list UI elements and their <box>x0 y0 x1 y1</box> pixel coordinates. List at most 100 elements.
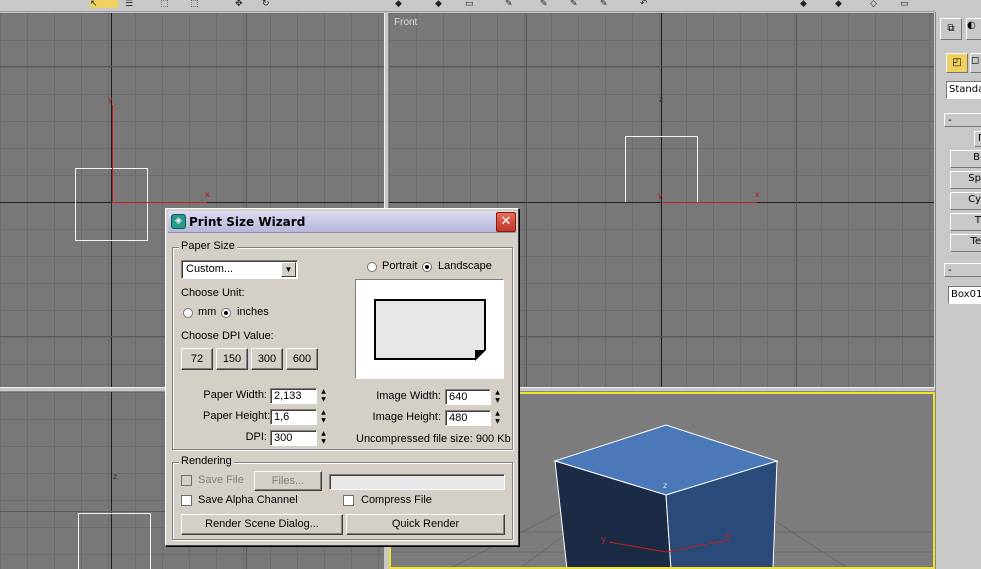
image-width-input[interactable]: 640 <box>445 389 491 405</box>
environment-icon[interactable]: ◇ <box>870 0 877 9</box>
landscape-radio[interactable] <box>422 262 432 272</box>
shapes-icon[interactable]: ◻ <box>970 53 981 73</box>
window-crossing-icon[interactable]: ⬚ <box>190 0 199 9</box>
close-button[interactable]: ✕ <box>496 212 516 232</box>
page-fold-icon <box>475 350 486 361</box>
dpi-spinner[interactable]: ▲ ▼ <box>319 430 328 446</box>
select-by-name-icon[interactable]: ☰ <box>125 0 133 9</box>
paper-width-spinner[interactable]: ▲ ▼ <box>319 388 328 404</box>
paper-width-label: Paper Width: <box>203 389 267 401</box>
move-tool-icon[interactable]: ✥ <box>235 0 243 9</box>
undo-icon[interactable]: ↶ <box>640 0 648 9</box>
create-button-cylinder[interactable]: Cy <box>950 192 981 210</box>
axis-z-label-left: z <box>113 472 118 481</box>
curve-editor-icon[interactable]: ✎ <box>505 0 513 9</box>
unit-mm-radio[interactable] <box>183 308 193 318</box>
render-setup-icon[interactable]: ✎ <box>600 0 608 9</box>
choose-unit-label: Choose Unit: <box>181 287 245 299</box>
svg-text:z: z <box>663 481 667 490</box>
paper-width-input[interactable]: 2,133 <box>270 388 317 404</box>
image-width-spinner[interactable]: ▲ ▼ <box>493 389 502 405</box>
save-alpha-checkbox[interactable] <box>181 495 192 506</box>
mirror-icon[interactable]: ◆ <box>395 0 402 9</box>
align-icon[interactable]: ◆ <box>435 0 442 9</box>
axis-z-label-front: z <box>659 95 664 104</box>
paper-height-spinner[interactable]: ▲ ▼ <box>319 409 328 425</box>
dpi-150-button[interactable]: 150 <box>216 348 248 370</box>
paper-height-label: Paper Height: <box>203 410 271 422</box>
box01-wireframe-left[interactable] <box>78 513 151 569</box>
save-file-checkbox[interactable] <box>181 475 192 486</box>
paper-size-group-title: Paper Size <box>179 240 237 252</box>
render-icon[interactable]: ▭ <box>900 0 909 9</box>
paper-height-input[interactable]: 1,6 <box>270 409 317 425</box>
dpi-600-button[interactable]: 600 <box>286 348 318 370</box>
create-button-box[interactable]: B <box>950 150 981 168</box>
command-panel: ⧉ ◐ ◰ ◻ Standa - Г B Sp Cy T Te - Box01 <box>935 12 981 569</box>
render-scene-dialog-button[interactable]: Render Scene Dialog... <box>181 514 343 535</box>
main-toolbar: ↖ ☰ ⬚ ⬚ ✥ ↻ ◆ ◆ ▭ ✎ ✎ ✎ ✎ ↶ ◆ ◆ ◇ ▭ <box>0 0 935 12</box>
image-width-label: Image Width: <box>376 390 441 402</box>
rotate-tool-icon[interactable]: ↻ <box>262 0 270 9</box>
axis-y-label-front: y <box>658 191 663 200</box>
rendering-group-title: Rendering <box>179 455 234 467</box>
dpi-300-button[interactable]: 300 <box>251 348 283 370</box>
material-editor-icon[interactable]: ✎ <box>570 0 578 9</box>
paper-preset-select[interactable]: Custom... ▼ <box>181 260 298 279</box>
select-tool-icon[interactable]: ↖ <box>90 0 118 9</box>
object-type-dropdown[interactable]: Standa <box>946 81 981 99</box>
compress-file-checkbox[interactable] <box>343 495 354 506</box>
axis-x-label: x <box>205 190 210 199</box>
create-button-0[interactable]: Г <box>974 131 981 147</box>
dpi-72-button[interactable]: 72 <box>181 348 213 370</box>
dialog-title: Print Size Wizard <box>189 215 306 229</box>
print-size-wizard-dialog: ◈ Print Size Wizard ✕ Paper Size Custom.… <box>165 208 519 546</box>
3dsmax-workspace: ↖ ☰ ⬚ ⬚ ✥ ↻ ◆ ◆ ▭ ✎ ✎ ✎ ✎ ↶ ◆ ◆ ◇ ▭ x y <box>0 0 981 569</box>
object-type-rollout-header[interactable]: - <box>944 113 981 127</box>
paper-preview-icon <box>374 299 486 360</box>
files-button[interactable]: Files... <box>254 471 322 491</box>
chevron-down-icon[interactable]: ▼ <box>281 262 296 277</box>
compress-file-label[interactable]: Compress File <box>361 494 432 506</box>
image-height-label: Image Height: <box>372 411 441 423</box>
region-select-icon[interactable]: ⬚ <box>160 0 169 9</box>
landscape-label[interactable]: Landscape <box>438 260 492 272</box>
image-height-spinner[interactable]: ▲ ▼ <box>493 410 502 426</box>
image-height-input[interactable]: 480 <box>445 410 491 426</box>
svg-text:x: x <box>725 531 731 541</box>
modify-tab-icon[interactable]: ◐ <box>966 18 981 40</box>
axis-x-label-front: x <box>755 190 760 199</box>
file-path-field[interactable] <box>329 474 505 490</box>
dialog-titlebar[interactable]: ◈ Print Size Wizard ✕ <box>168 211 516 233</box>
name-color-rollout-header[interactable]: - <box>944 263 981 277</box>
object-name-field[interactable]: Box01 <box>948 286 981 304</box>
create-button-sphere[interactable]: Sp <box>950 171 981 189</box>
dpi-label: DPI: <box>245 431 267 443</box>
quick-render-button[interactable]: Quick Render <box>346 514 505 535</box>
layer-icon[interactable]: ▭ <box>465 0 474 9</box>
create-button-torus[interactable]: T <box>950 213 981 231</box>
render-frame-icon[interactable]: ◆ <box>800 0 807 9</box>
portrait-label[interactable]: Portrait <box>382 260 417 272</box>
portrait-radio[interactable] <box>367 262 377 272</box>
quick-render-icon[interactable]: ◆ <box>835 0 842 9</box>
geometry-icon[interactable]: ◰ <box>946 53 968 73</box>
paper-preset-value: Custom... <box>186 263 234 275</box>
viewport-label-front[interactable]: Front <box>394 17 417 28</box>
create-button-teapot[interactable]: Te <box>950 234 981 252</box>
unit-mm-label[interactable]: mm <box>198 306 216 318</box>
unit-inches-radio[interactable] <box>221 308 231 318</box>
create-tab-icon[interactable]: ⧉ <box>940 18 962 40</box>
file-size-text: Uncompressed file size: 900 Kb <box>356 433 511 445</box>
rendering-group: Rendering Save File Files... Save Alpha … <box>172 455 513 540</box>
unit-inches-label[interactable]: inches <box>237 306 269 318</box>
paper-size-group: Paper Size Custom... ▼ Portrait Landscap… <box>172 240 513 450</box>
orientation-preview <box>355 279 504 379</box>
schematic-icon[interactable]: ✎ <box>540 0 548 9</box>
app-icon: ◈ <box>171 214 186 229</box>
choose-dpi-label: Choose DPI Value: <box>181 330 274 342</box>
save-file-label: Save File <box>198 474 244 486</box>
save-alpha-label[interactable]: Save Alpha Channel <box>198 494 298 506</box>
svg-text:y: y <box>601 535 607 545</box>
dpi-input[interactable]: 300 <box>270 430 317 446</box>
